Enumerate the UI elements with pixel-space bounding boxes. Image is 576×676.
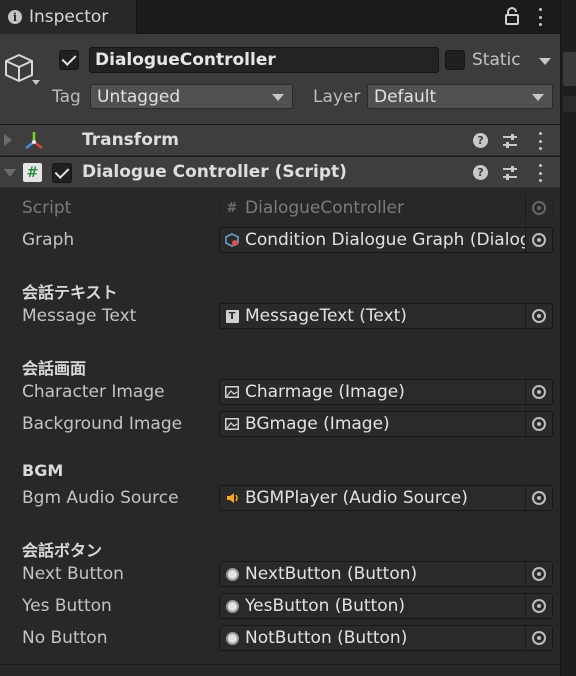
- static-checkbox[interactable]: [445, 50, 465, 70]
- yes-button-field-value: YesButton (Button): [245, 596, 405, 616]
- message-text-field[interactable]: T MessageText (Text): [219, 303, 553, 329]
- object-picker-icon[interactable]: [525, 594, 552, 618]
- character-image-field-value: Charmage (Image): [245, 382, 405, 402]
- script-field-value: DialogueController: [245, 198, 405, 218]
- chevron-down-icon: [272, 94, 284, 101]
- bgm-audio-source-field-value: BGMPlayer (Audio Source): [245, 488, 468, 508]
- bgm-audio-source-field[interactable]: BGMPlayer (Audio Source): [219, 485, 553, 511]
- tab-inspector-label: Inspector: [29, 7, 109, 27]
- gameobject-name-field[interactable]: DialogueController: [89, 47, 439, 73]
- component-menu-icon[interactable]: [537, 164, 543, 182]
- help-icon[interactable]: ?: [473, 133, 488, 148]
- presets-sliders-icon[interactable]: [502, 133, 518, 149]
- background-image-field-value: BGmage (Image): [245, 414, 390, 434]
- graph-asset-icon: [225, 233, 239, 247]
- section-header-screen: 会話画面: [22, 359, 87, 378]
- object-picker-icon[interactable]: [525, 380, 552, 404]
- tab-inspector[interactable]: i Inspector: [0, 0, 137, 34]
- object-picker-icon: [525, 196, 552, 220]
- tag-dropdown[interactable]: Untagged: [90, 84, 293, 109]
- button-component-icon: [225, 599, 239, 613]
- button-component-icon: [225, 631, 239, 645]
- object-picker-icon[interactable]: [525, 562, 552, 586]
- section-header-buttons: 会話ボタン: [22, 541, 103, 560]
- text-component-icon: T: [225, 309, 239, 323]
- help-icon[interactable]: ?: [473, 165, 488, 180]
- transform-axes-icon: [25, 132, 43, 149]
- audio-source-icon: [225, 491, 239, 505]
- character-image-label: Character Image: [22, 382, 165, 402]
- tag-dropdown-value: Untagged: [97, 86, 181, 107]
- panel-edge-tab: [563, 52, 576, 86]
- gameobject-cube-icon[interactable]: [3, 52, 35, 84]
- no-button-field[interactable]: NotButton (Button): [219, 625, 553, 651]
- gameobject-active-checkbox[interactable]: [59, 50, 79, 70]
- section-header-bgm: BGM: [22, 461, 64, 480]
- lock-icon[interactable]: [505, 7, 519, 25]
- image-component-icon: [225, 417, 239, 431]
- object-picker-icon[interactable]: [525, 304, 552, 328]
- yes-button-label: Yes Button: [22, 596, 112, 616]
- chevron-down-icon: [532, 94, 544, 101]
- inspector-panel: DialogueController Static Tag Untagged L…: [0, 34, 560, 676]
- object-picker-icon[interactable]: [525, 626, 552, 650]
- icon-dropdown-caret-icon[interactable]: [32, 80, 40, 85]
- script-field: # DialogueController: [219, 195, 553, 221]
- window-tab-bar: i Inspector: [0, 0, 560, 34]
- image-component-icon: [225, 385, 239, 399]
- static-label: Static: [472, 50, 521, 70]
- graph-field[interactable]: Condition Dialogue Graph (DialogueGraph): [219, 227, 553, 253]
- script-label: Script: [22, 198, 72, 218]
- no-button-field-value: NotButton (Button): [245, 628, 408, 648]
- tag-label: Tag: [52, 87, 81, 107]
- foldout-arrow-icon[interactable]: [4, 134, 12, 146]
- static-dropdown-chevron-icon[interactable]: [539, 58, 551, 65]
- presets-sliders-icon[interactable]: [502, 165, 518, 181]
- layer-dropdown[interactable]: Default: [367, 84, 553, 109]
- button-component-icon: [225, 567, 239, 581]
- component-divider: [0, 664, 560, 665]
- layer-label: Layer: [313, 87, 361, 107]
- next-button-field[interactable]: NextButton (Button): [219, 561, 553, 587]
- character-image-field[interactable]: Charmage (Image): [219, 379, 553, 405]
- bgm-audio-source-label: Bgm Audio Source: [22, 488, 179, 508]
- graph-field-value: Condition Dialogue Graph (DialogueGraph): [245, 230, 552, 250]
- object-picker-icon[interactable]: [525, 412, 552, 436]
- message-text-field-value: MessageText (Text): [245, 306, 407, 326]
- dialogue-controller-component-header[interactable]: # Dialogue Controller (Script) ?: [0, 156, 560, 188]
- layer-dropdown-value: Default: [374, 86, 437, 107]
- info-icon: i: [8, 10, 22, 24]
- background-image-field[interactable]: BGmage (Image): [219, 411, 553, 437]
- graph-label: Graph: [22, 230, 75, 250]
- dialogue-controller-title: Dialogue Controller (Script): [82, 162, 347, 182]
- component-menu-icon[interactable]: [537, 132, 543, 150]
- csharp-script-icon: #: [226, 200, 238, 216]
- section-header-message: 会話テキスト: [22, 283, 118, 302]
- window-menu-icon[interactable]: [537, 8, 543, 26]
- gameobject-header: DialogueController Static Tag Untagged L…: [0, 34, 560, 124]
- object-picker-icon[interactable]: [525, 486, 552, 510]
- csharp-script-icon: #: [23, 163, 42, 182]
- no-button-label: No Button: [22, 628, 108, 648]
- adjacent-panel-edge: [560, 0, 576, 676]
- object-picker-icon[interactable]: [525, 228, 552, 252]
- panel-edge-tab-2: [563, 96, 576, 112]
- background-image-label: Background Image: [22, 414, 183, 434]
- next-button-label: Next Button: [22, 564, 124, 584]
- transform-title: Transform: [82, 130, 179, 150]
- message-text-label: Message Text: [22, 306, 137, 326]
- yes-button-field[interactable]: YesButton (Button): [219, 593, 553, 619]
- next-button-field-value: NextButton (Button): [245, 564, 418, 584]
- transform-component-header[interactable]: Transform ?: [0, 124, 560, 156]
- component-enabled-checkbox[interactable]: [52, 163, 72, 183]
- foldout-arrow-icon[interactable]: [4, 169, 16, 177]
